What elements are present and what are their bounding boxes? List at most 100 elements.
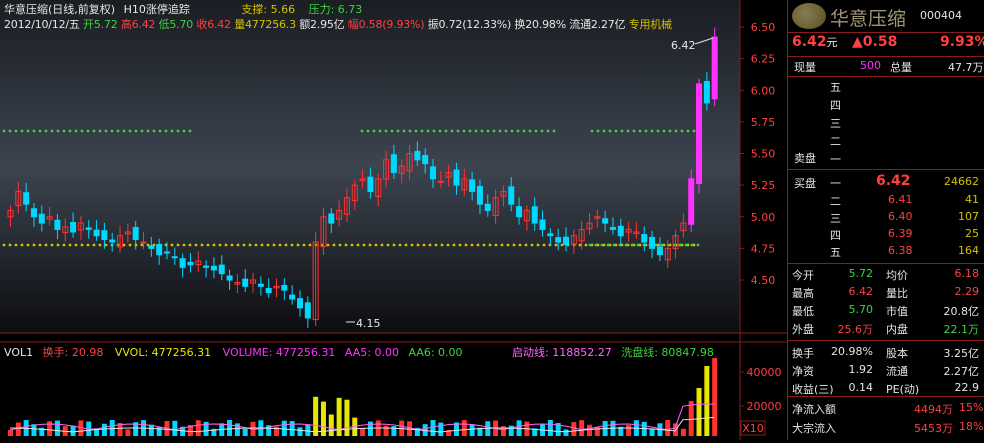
- volume-bar: [430, 420, 436, 436]
- candle-body: [257, 283, 264, 287]
- fundamental-label: 股本: [886, 347, 908, 360]
- vol-name[interactable]: VOL1: [4, 346, 33, 359]
- volume-bar: [367, 421, 373, 436]
- sell-level-label: 二: [830, 135, 841, 148]
- stat-label: 最低: [792, 305, 814, 318]
- sell-level-label: 三: [830, 117, 841, 130]
- candle-body: [696, 83, 703, 185]
- candle-body: [140, 241, 147, 244]
- volume-bar: [172, 420, 178, 436]
- fundamental-value: 1.92: [848, 363, 874, 376]
- volume-bar: [547, 420, 553, 436]
- volume-bar: [15, 422, 21, 436]
- bar-open: 开5.72: [83, 18, 118, 31]
- netflow-label: 净流入额: [792, 403, 836, 416]
- volume-bar: [234, 423, 240, 436]
- stat-label: 最高: [792, 287, 814, 300]
- candle-body: [414, 150, 421, 161]
- price-tick-label: 5.50: [751, 148, 776, 161]
- stat-row: 外盘 25.6万 内盘 22.1万: [788, 320, 984, 337]
- fundamental-value: 3.25亿: [943, 347, 980, 360]
- netflow-value: 4494万: [914, 403, 953, 416]
- candle-body: [171, 256, 178, 259]
- candle-body: [38, 213, 45, 224]
- sell-level-label: 五: [830, 81, 841, 94]
- volume-unit: X10: [742, 422, 764, 435]
- candle-body: [296, 298, 303, 309]
- buy-level-label: 三: [830, 212, 841, 225]
- stat-value: 5.70: [848, 303, 874, 316]
- buy-level-row[interactable]: 二 6.41 41: [788, 192, 984, 209]
- candle-body: [555, 237, 562, 243]
- candle-body: [703, 80, 710, 104]
- volume-bar: [391, 426, 397, 436]
- vol-vvol: VVOL: 477256.31: [114, 346, 212, 359]
- candle-body: [508, 186, 515, 205]
- stat-row: 最高 6.42 量比 2.29: [788, 284, 984, 301]
- pressure-label: 压力: 6.73: [308, 3, 363, 16]
- volume-bar: [579, 420, 585, 436]
- stat-value: 5.72: [848, 267, 874, 280]
- buy-level-row[interactable]: 一 6.42 24662: [788, 173, 984, 191]
- support-label: 支撑: 5.66: [241, 3, 296, 16]
- stat-value: 6.18: [954, 267, 980, 280]
- vol-aa6: AA6: 0.00: [408, 346, 463, 359]
- kline-chart-area[interactable]: 6.50 6.25 6.00 5.75 5.50 5.25 5.00 4.75 4.50 6.4…: [0, 0, 787, 440]
- stat-label: 均价: [886, 269, 908, 282]
- candle-body: [688, 178, 695, 225]
- bigflow-row: 大宗流入 5453万 18%: [788, 419, 984, 436]
- buy-level-row[interactable]: 三 6.40 107: [788, 209, 984, 226]
- candle-body: [226, 275, 233, 281]
- candle-body: [304, 302, 311, 319]
- buy-level-row[interactable]: 四 6.39 25: [788, 226, 984, 243]
- stat-value: 25.6万: [837, 323, 874, 336]
- vol-huanshou: 换手: 20.98: [42, 346, 104, 359]
- stat-label: 市值: [886, 305, 908, 318]
- sell-level-label: 一: [830, 153, 841, 166]
- volume-bar: [665, 420, 671, 436]
- quote-price-unit: 元: [826, 36, 838, 49]
- bar-close: 收6.42: [196, 18, 231, 31]
- buy-level-volume: 41: [965, 193, 979, 206]
- quote-price: 6.42: [792, 34, 827, 50]
- fundamental-value: 0.14: [848, 381, 874, 394]
- bar-sector[interactable]: 专用机械: [629, 18, 672, 31]
- stat-value: 20.8亿: [943, 305, 980, 318]
- volume-bar: [281, 420, 287, 436]
- bar-float: 流通2.27亿: [569, 18, 626, 31]
- sell-level-row: 一: [788, 150, 984, 167]
- kline-chart-svg[interactable]: 6.50 6.25 6.00 5.75 5.50 5.25 5.00 4.75 4.50 6.4…: [0, 0, 787, 440]
- bar-turnover: 换20.98%: [514, 18, 566, 31]
- price-axis: 6.50 6.25 6.00 5.75 5.50 5.25 5.00 4.75 4.50: [740, 21, 775, 287]
- candle-body: [531, 206, 538, 224]
- volume-row: 现量 500 总量 47.7万: [788, 58, 984, 75]
- volume-axis: 40000 20000 X10: [740, 366, 782, 436]
- volume-bar: [101, 423, 107, 436]
- sell-level-row: 二: [788, 132, 984, 149]
- logo-icon: [792, 3, 826, 29]
- price-tick-label: 5.00: [751, 211, 776, 224]
- volume-bar: [704, 366, 710, 436]
- bar-amplitude: 振0.72(12.33%): [427, 18, 512, 31]
- sell-level-label: 四: [830, 99, 841, 112]
- volume-bar: [461, 420, 467, 436]
- fundamental-row: 换手 20.98% 股本 3.25亿: [788, 344, 984, 361]
- fundamental-label: 净资: [792, 365, 814, 378]
- candle-body: [179, 258, 186, 268]
- buy-level-volume: 107: [958, 210, 979, 223]
- candle-body: [484, 203, 491, 211]
- candle-body: [516, 206, 523, 218]
- price-tick-label: 4.50: [751, 274, 776, 287]
- fundamental-label: 收益(三): [792, 383, 834, 396]
- sell-level-row: 五: [788, 78, 984, 95]
- candle-body: [602, 218, 609, 224]
- bar-volume: 量477256.3: [234, 18, 296, 31]
- candle-body: [453, 169, 460, 186]
- candle-body: [265, 288, 272, 294]
- buy-level-row[interactable]: 五 6.38 164: [788, 243, 984, 260]
- sell-level-row: 四: [788, 96, 984, 113]
- volume-bar: [344, 399, 350, 436]
- volume-bar: [242, 428, 248, 436]
- price-tick-label: 6.50: [751, 21, 776, 34]
- divider: [788, 32, 984, 33]
